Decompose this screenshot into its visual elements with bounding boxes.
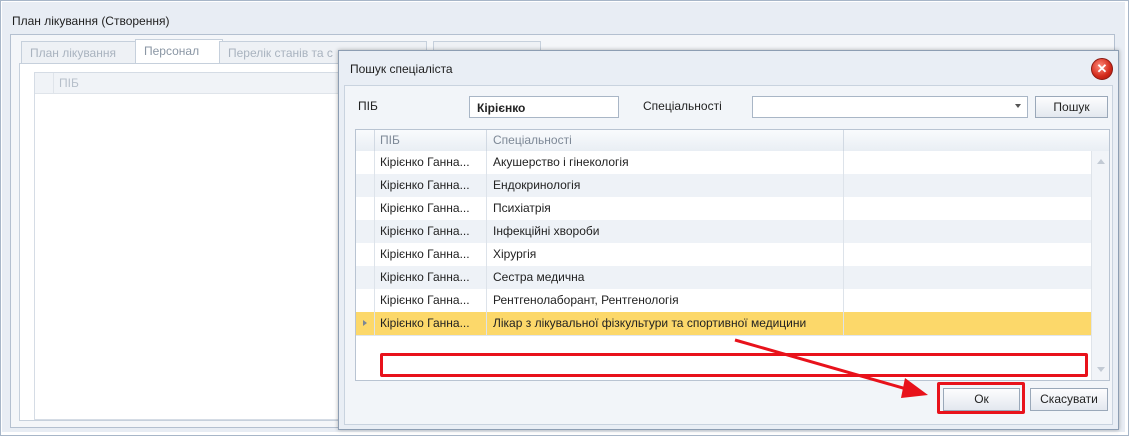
row-pointer-icon [363, 320, 367, 326]
name-input[interactable]: Кірієнко [469, 96, 619, 118]
table-row-selected[interactable]: Кірієнко Ганна... Лікар з лікувальної фі… [356, 312, 1091, 336]
row-indicator [356, 289, 375, 312]
staff-grid-indicator [35, 73, 54, 93]
cell-specialty: Ендокринологія [487, 174, 844, 197]
staff-grid-header: ПІБ [35, 73, 353, 94]
table-row[interactable]: Кірієнко Ганна... Ендокринологія [356, 174, 1091, 198]
row-indicator [356, 312, 375, 335]
row-indicator [356, 266, 375, 289]
dialog-title: Пошук спеціаліста [350, 62, 453, 76]
row-indicator [356, 220, 375, 243]
cancel-button[interactable]: Скасувати [1030, 388, 1108, 411]
dialog-titlebar[interactable]: Пошук спеціаліста ✕ [339, 51, 1118, 85]
cell-name: Кірієнко Ганна... [374, 289, 487, 312]
ok-button-highlight [937, 382, 1025, 414]
results-header-indicator [356, 130, 375, 151]
staff-grid-header-name: ПІБ [59, 76, 79, 90]
cell-specialty: Акушерство і гінекологія [487, 151, 844, 174]
selected-row-highlight [380, 353, 1088, 377]
row-indicator [356, 243, 375, 266]
cell-name: Кірієнко Ганна... [374, 174, 487, 197]
tab-staff[interactable]: Персонал [135, 39, 223, 64]
specialty-label: Спеціальності [643, 99, 722, 113]
row-indicator [356, 197, 375, 220]
column-header-name[interactable]: ПІБ [374, 130, 487, 151]
results-header: ПІБ Спеціальності [356, 130, 1109, 152]
row-indicator [356, 174, 375, 197]
scroll-up-icon[interactable] [1097, 159, 1105, 164]
cell-name: Кірієнко Ганна... [374, 266, 487, 289]
specialty-select[interactable] [752, 96, 1028, 118]
results-scrollbar[interactable] [1091, 151, 1109, 380]
cell-specialty: Хірургія [487, 243, 844, 266]
name-label: ПІБ [358, 99, 378, 113]
cell-name: Кірієнко Ганна... [374, 197, 487, 220]
chevron-down-icon[interactable] [1015, 104, 1021, 108]
cell-specialty: Рентгенолаборант, Рентгенологія [487, 289, 844, 312]
table-row[interactable]: Кірієнко Ганна... Психіатрія [356, 197, 1091, 221]
specialist-search-dialog: Пошук спеціаліста ✕ ПІБ Кірієнко Спеціал… [338, 50, 1119, 430]
table-row[interactable]: Кірієнко Ганна... Рентгенолаборант, Рент… [356, 289, 1091, 313]
cell-specialty: Інфекційні хвороби [487, 220, 844, 243]
row-indicator [356, 151, 375, 174]
scroll-down-icon[interactable] [1097, 367, 1105, 372]
cell-specialty: Психіатрія [487, 197, 844, 220]
dialog-body: ПІБ Кірієнко Спеціальності Пошук ПІБ Спе… [344, 85, 1113, 425]
table-row[interactable]: Кірієнко Ганна... Сестра медична [356, 266, 1091, 290]
main-window-title: План лікування (Створення) [12, 14, 170, 28]
search-button[interactable]: Пошук [1035, 96, 1108, 118]
results-grid[interactable]: ПІБ Спеціальності Кірієнко Ганна... Акуш… [355, 129, 1110, 381]
table-row[interactable]: Кірієнко Ганна... Хірургія [356, 243, 1091, 267]
cell-specialty: Сестра медична [487, 266, 844, 289]
cell-specialty: Лікар з лікувальної фізкультури та спорт… [487, 312, 844, 335]
staff-grid[interactable]: ПІБ [34, 72, 354, 420]
tab-treatment-plan[interactable]: План лікування [21, 41, 143, 64]
close-icon[interactable]: ✕ [1091, 58, 1113, 80]
table-row[interactable]: Кірієнко Ганна... Інфекційні хвороби [356, 220, 1091, 244]
cell-name: Кірієнко Ганна... [374, 151, 487, 174]
cell-name: Кірієнко Ганна... [374, 220, 487, 243]
table-row[interactable]: Кірієнко Ганна... Акушерство і гінеколог… [356, 151, 1091, 175]
cell-name: Кірієнко Ганна... [374, 243, 487, 266]
column-header-specialty[interactable]: Спеціальності [487, 130, 844, 151]
cell-name: Кірієнко Ганна... [374, 312, 487, 335]
